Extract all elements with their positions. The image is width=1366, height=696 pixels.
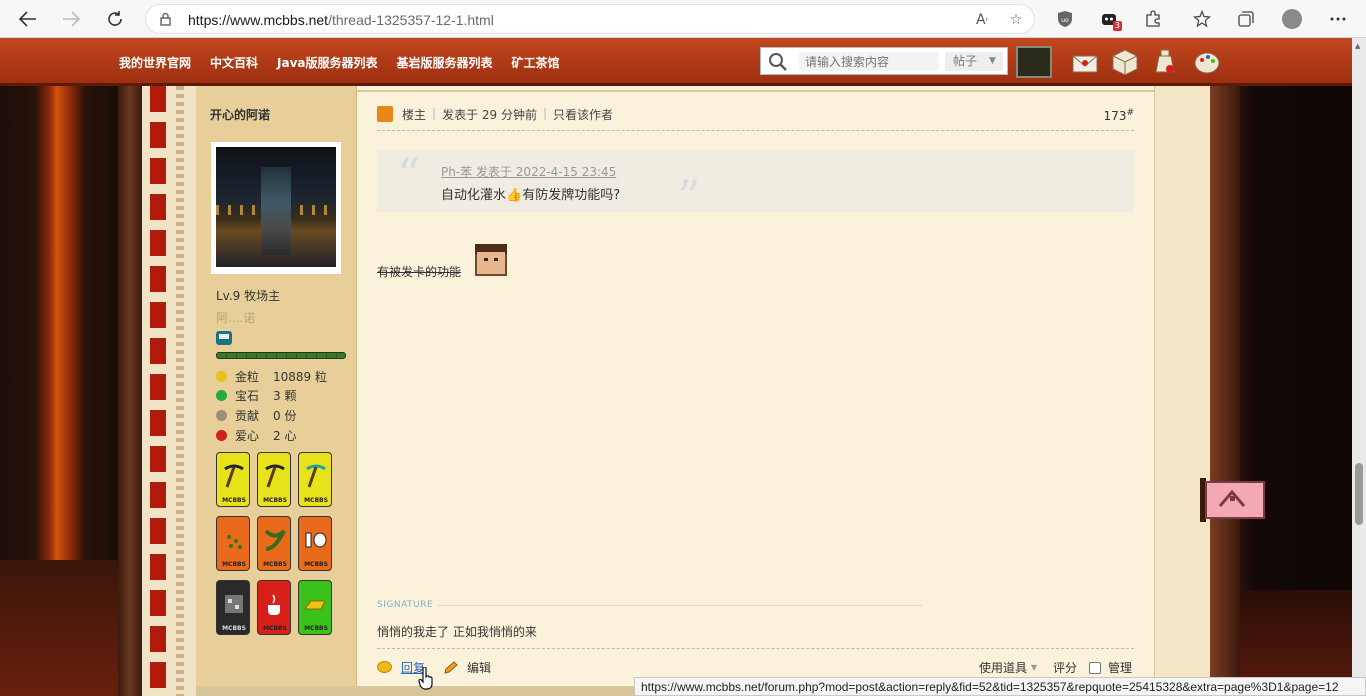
forward-icon[interactable]: [57, 6, 85, 32]
chevron-down-icon: ▼: [989, 56, 996, 66]
gold-nugget-icon: [216, 371, 227, 382]
experience-bar: [216, 352, 346, 359]
signature-divider: [439, 605, 921, 606]
seeds-medal[interactable]: MCBBS: [216, 516, 250, 571]
post-body-text: 有被发卡的功能: [377, 265, 462, 279]
pig-flag-widget-icon[interactable]: [1200, 476, 1266, 524]
nav-link-wiki[interactable]: 中文百科: [210, 54, 258, 71]
edit-button[interactable]: 编辑: [443, 659, 491, 676]
message-envelope-icon[interactable]: [1070, 48, 1100, 76]
custom-title: 阿....诺: [216, 311, 256, 325]
status-bar-link-preview: https://www.mcbbs.net/forum.php?mod=post…: [634, 677, 1366, 696]
ublock-extension-icon[interactable]: uo: [1054, 8, 1076, 30]
profile-avatar-icon[interactable]: [1281, 8, 1303, 30]
svg-text:uo: uo: [1061, 17, 1069, 24]
thumbs-up-icon: 👍: [506, 188, 523, 203]
diamond-pickaxe-medal[interactable]: MCBBS: [298, 452, 332, 507]
potion-bell-icon[interactable]: [1150, 48, 1180, 76]
read-aloud-icon[interactable]: Aʳ: [972, 11, 992, 29]
scroll-up-icon[interactable]: ▲: [1355, 42, 1360, 50]
back-icon[interactable]: [14, 6, 42, 32]
hand-pointer-cursor-icon: [418, 667, 433, 690]
vines-medal[interactable]: MCBBS: [257, 516, 291, 571]
signature-text: 悄悄的我走了 正如我悄悄的来: [377, 625, 537, 639]
owner-label: 楼主: [402, 108, 427, 122]
floor-number[interactable]: 173#: [1104, 108, 1134, 123]
site-navigation: 我的世界官网 中文百科 Java版服务器列表 基岩版服务器列表 矿工茶馆 帖子▼: [0, 38, 1366, 86]
user-group-icon: [216, 331, 232, 345]
stat-gem: 宝石 3 颗: [216, 387, 296, 404]
site-search: 帖子▼: [760, 47, 1008, 75]
reply-bubble-icon: [377, 661, 392, 673]
stat-gold: 金粒 10889 粒: [216, 368, 327, 385]
java-medal[interactable]: MCBBS: [257, 580, 291, 635]
extensions-puzzle-icon[interactable]: [1142, 8, 1164, 30]
ore-medal[interactable]: MCBBS: [216, 580, 250, 635]
refresh-icon[interactable]: [101, 6, 129, 32]
chevron-down-icon: ▼: [1031, 663, 1038, 672]
heart-apple-icon: [216, 430, 227, 441]
close-quote-icon: ”: [677, 170, 701, 224]
background-lava-floor-left: [0, 560, 118, 696]
search-icon[interactable]: [767, 51, 789, 73]
collections-icon[interactable]: [1235, 8, 1257, 30]
open-quote-icon: “: [397, 148, 421, 202]
search-scope-select[interactable]: 帖子 ▼: [945, 52, 1003, 71]
nav-link-miners-teahouse[interactable]: 矿工茶馆: [512, 54, 560, 71]
add-favorite-icon[interactable]: ☆: [1006, 11, 1026, 29]
ten-anniversary-medal[interactable]: MCBBS: [298, 516, 332, 571]
iron-pickaxe-medal[interactable]: MCBBS: [216, 452, 250, 507]
manage-checkbox[interactable]: 管理: [1089, 659, 1132, 676]
stat-love: 爱心 2 心: [216, 427, 296, 444]
steve-face-emoticon-icon: [475, 244, 507, 276]
palette-icon[interactable]: [1192, 48, 1222, 76]
quote-text: 自动化灌水👍有防发牌功能吗?: [441, 188, 621, 203]
nav-link-java-servers[interactable]: Java版服务器列表: [277, 54, 377, 71]
decorative-border-strip: [142, 86, 196, 696]
extension-badge-icon[interactable]: 3: [1098, 8, 1122, 31]
extension-count-badge: 3: [1112, 21, 1122, 31]
quote-author[interactable]: Ph-苯 发表于 2022-4-15 23:45: [441, 163, 616, 180]
crafting-block-icon[interactable]: [1110, 48, 1140, 76]
signature-label: SIGNATURE: [377, 600, 434, 610]
page-frame-left: [118, 86, 142, 696]
emerald-icon: [216, 390, 227, 401]
address-url: https://www.mcbbs.net/thread-1325357-12-…: [188, 12, 494, 28]
gold-pickaxe-medal[interactable]: MCBBS: [257, 452, 291, 507]
scrollbar-thumb[interactable]: [1355, 463, 1363, 525]
post-time: 发表于 29 分钟前: [442, 108, 537, 122]
page-scrollbar[interactable]: ▲: [1352, 38, 1366, 696]
user-level[interactable]: Lv.9 牧场主: [216, 287, 280, 304]
favorites-icon[interactable]: [1191, 8, 1213, 30]
pencil-icon: [444, 661, 458, 674]
post-content: 楼主 | 发表于 29 分钟前 | 只看该作者 173# “ Ph-苯 发表于 …: [357, 86, 1210, 696]
nav-link-bedrock-servers[interactable]: 基岩版服务器列表: [397, 54, 493, 71]
stat-contribution: 贡献 0 份: [216, 407, 296, 424]
quote-block: “ Ph-苯 发表于 2022-4-15 23:45 自动化灌水👍有防发牌功能吗…: [377, 148, 1134, 220]
only-author-link[interactable]: 只看该作者: [553, 106, 613, 123]
user-avatar-thumbnail[interactable]: [1016, 46, 1052, 78]
use-item-menu[interactable]: 使用道具 ▼: [979, 659, 1037, 676]
author-name[interactable]: 开心的阿诺: [210, 106, 270, 123]
rate-button[interactable]: 评分: [1053, 659, 1077, 676]
thread-owner-icon: [377, 106, 393, 122]
search-input[interactable]: [799, 52, 939, 71]
lock-icon: [160, 12, 171, 26]
post-header: 楼主 | 发表于 29 分钟前 | 只看该作者 173#: [377, 106, 1134, 131]
more-menu-icon[interactable]: [1327, 8, 1349, 30]
address-bar[interactable]: https://www.mcbbs.net/thread-1325357-12-…: [145, 4, 1035, 34]
nav-link-minecraft-official[interactable]: 我的世界官网: [119, 54, 191, 71]
contribution-icon: [216, 410, 227, 421]
page-frame-right: [1210, 86, 1240, 696]
browser-toolbar: https://www.mcbbs.net/thread-1325357-12-…: [0, 0, 1366, 38]
avatar[interactable]: [211, 142, 341, 274]
gold-ingot-medal[interactable]: MCBBS: [298, 580, 332, 635]
post-actions: 回复 编辑 使用道具 ▼ 评分 管理: [377, 648, 1134, 678]
manage-checkbox-box[interactable]: [1089, 661, 1101, 674]
author-sidebar: 开心的阿诺 Lv.9 牧场主 阿....诺 金粒 10889 粒 宝石 3 颗 贡献…: [196, 86, 357, 696]
